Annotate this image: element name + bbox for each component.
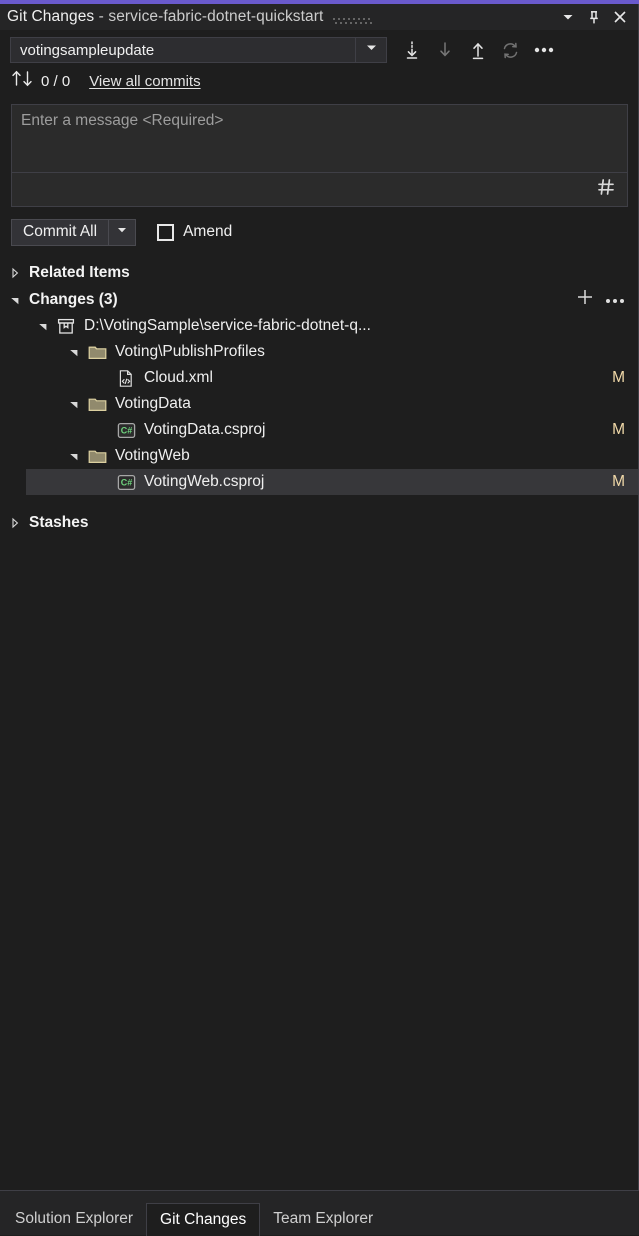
- git-more-actions-button[interactable]: [527, 36, 560, 64]
- commit-all-label: Commit All: [12, 223, 108, 241]
- branch-selector[interactable]: votingsampleupdate: [10, 37, 387, 63]
- status-badge: M: [612, 421, 639, 439]
- sync-button[interactable]: [494, 36, 527, 64]
- changes-more-button[interactable]: [600, 289, 630, 311]
- csharp-project-icon: C#: [116, 473, 136, 491]
- window-dropdown-button[interactable]: [555, 6, 581, 28]
- close-icon: [613, 10, 627, 24]
- close-button[interactable]: [607, 6, 633, 28]
- pin-icon: [587, 10, 601, 25]
- commit-message-extra-row: [12, 173, 627, 206]
- git-toolbar: [395, 36, 560, 64]
- tab-git-changes[interactable]: Git Changes: [146, 1203, 260, 1236]
- file-label: Cloud.xml: [144, 369, 213, 387]
- branch-name-label: votingsampleupdate: [11, 42, 355, 59]
- folder-label: Voting\PublishProfiles: [115, 343, 265, 361]
- changes-section-actions: [570, 289, 639, 311]
- chevron-down-filled-icon[interactable]: [36, 319, 50, 333]
- commit-message-input[interactable]: Enter a message <Required>: [12, 105, 627, 173]
- status-badge: M: [612, 369, 639, 387]
- csharp-project-icon: C#: [116, 421, 136, 439]
- fetch-button[interactable]: [395, 36, 428, 64]
- tab-team-explorer[interactable]: Team Explorer: [260, 1202, 386, 1235]
- add-issue-reference-button[interactable]: [593, 177, 619, 203]
- amend-checkbox-row[interactable]: Amend: [157, 223, 232, 241]
- title-tool-name: Git Changes: [7, 8, 94, 25]
- drag-grip-dots-icon: [333, 13, 379, 22]
- pull-button[interactable]: [428, 36, 461, 64]
- view-all-commits-link[interactable]: View all commits: [89, 73, 200, 90]
- sync-arrows-icons: [11, 70, 33, 92]
- ellipsis-icon: [534, 47, 554, 53]
- chevron-down-filled-icon[interactable]: [8, 293, 22, 307]
- chevron-right-icon[interactable]: [8, 266, 22, 280]
- push-button[interactable]: [461, 36, 494, 64]
- file-label: VotingWeb.csproj: [144, 473, 264, 491]
- tree-row-folder[interactable]: Voting\PublishProfiles: [0, 339, 639, 365]
- section-changes[interactable]: Changes (3): [0, 286, 639, 313]
- folder-icon: [87, 447, 107, 465]
- arrow-down-icon: [22, 70, 33, 92]
- chevron-down-filled-icon[interactable]: [67, 397, 81, 411]
- section-related-items[interactable]: Related Items: [0, 259, 639, 286]
- branch-dropdown-button[interactable]: [355, 38, 386, 62]
- tab-solution-explorer[interactable]: Solution Explorer: [2, 1202, 146, 1235]
- sync-counts-label: 0 / 0: [41, 73, 70, 90]
- changes-label: Changes (3): [29, 291, 118, 309]
- title-repo-name: service-fabric-dotnet-quickstart: [108, 8, 323, 25]
- sync-refresh-icon: [501, 41, 520, 60]
- plus-icon: [576, 288, 594, 311]
- commit-message-container: Enter a message <Required>: [11, 104, 628, 207]
- chevron-down-filled-icon[interactable]: [67, 345, 81, 359]
- hash-number-icon: [596, 177, 616, 202]
- page-title: Git Changes - service-fabric-dotnet-quic…: [7, 8, 323, 26]
- ellipsis-icon: [605, 291, 625, 309]
- pin-button[interactable]: [581, 6, 607, 28]
- tree-row-folder[interactable]: VotingData: [0, 391, 639, 417]
- sync-status-row: 0 / 0 View all commits: [0, 67, 639, 95]
- file-label: VotingData.csproj: [144, 421, 266, 439]
- chevron-down-filled-icon[interactable]: [67, 449, 81, 463]
- chevron-right-icon[interactable]: [8, 516, 22, 530]
- tree-row-file-selected[interactable]: C# VotingWeb.csproj M: [0, 469, 639, 495]
- bottom-tab-bar: Solution Explorer Git Changes Team Explo…: [0, 1190, 639, 1235]
- title-separator: -: [94, 8, 108, 25]
- changes-tree[interactable]: Related Items Changes (3): [0, 259, 639, 1190]
- folder-icon: [87, 343, 107, 361]
- commit-all-dropdown-button[interactable]: [108, 220, 135, 245]
- push-arrow-up-icon: [469, 40, 487, 60]
- pull-arrow-down-icon: [436, 40, 454, 60]
- commit-all-button[interactable]: Commit All: [11, 219, 136, 246]
- branch-toolbar-row: votingsampleupdate: [0, 34, 639, 66]
- repo-root-label: D:\VotingSample\service-fabric-dotnet-q.…: [84, 317, 371, 335]
- svg-text:C#: C#: [120, 477, 132, 487]
- titlebar: Git Changes - service-fabric-dotnet-quic…: [0, 4, 639, 30]
- stashes-label: Stashes: [29, 514, 88, 532]
- svg-text:C#: C#: [120, 425, 132, 435]
- status-badge: M: [612, 473, 639, 491]
- folder-label: VotingData: [115, 395, 191, 413]
- chevron-down-icon: [365, 41, 378, 59]
- related-items-label: Related Items: [29, 264, 130, 282]
- section-stashes[interactable]: Stashes: [0, 509, 639, 536]
- commit-actions-row: Commit All Amend: [0, 215, 639, 249]
- tree-row-folder[interactable]: VotingWeb: [0, 443, 639, 469]
- fetch-arrow-down-dotted-icon: [403, 40, 421, 60]
- folder-icon: [87, 395, 107, 413]
- chevron-down-icon: [561, 10, 575, 24]
- stage-all-button[interactable]: [570, 289, 600, 311]
- arrow-up-icon: [11, 70, 22, 92]
- tree-row-file[interactable]: C# VotingData.csproj M: [0, 417, 639, 443]
- chevron-down-icon: [116, 223, 128, 241]
- amend-checkbox[interactable]: [157, 224, 174, 241]
- tree-row-repo-root[interactable]: D:\VotingSample\service-fabric-dotnet-q.…: [0, 313, 639, 339]
- git-changes-panel: Git Changes - service-fabric-dotnet-quic…: [0, 0, 639, 1235]
- tree-row-file[interactable]: Cloud.xml M: [0, 365, 639, 391]
- folder-label: VotingWeb: [115, 447, 190, 465]
- repository-box-icon: [56, 317, 76, 335]
- xml-file-icon: [116, 369, 136, 387]
- amend-label: Amend: [183, 223, 232, 241]
